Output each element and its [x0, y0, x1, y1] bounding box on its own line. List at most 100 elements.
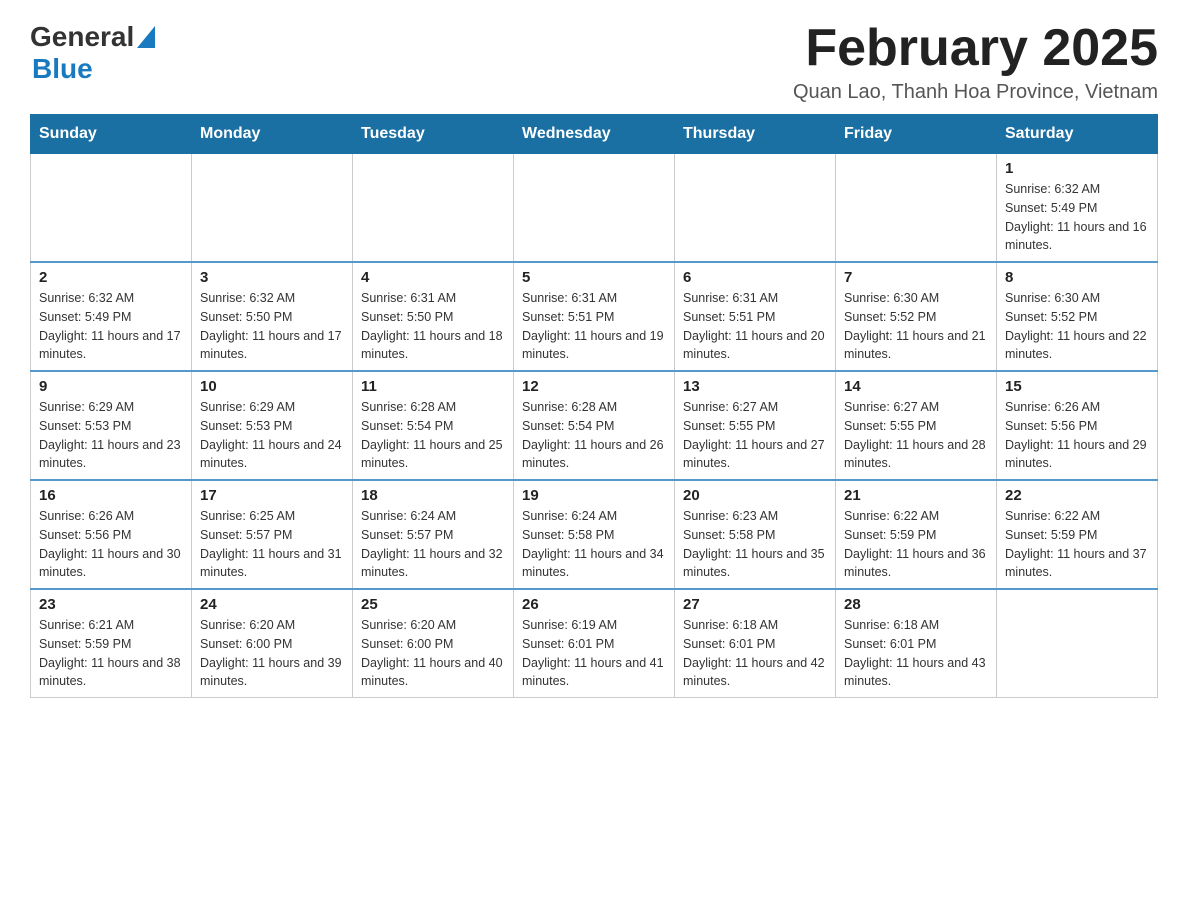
calendar-cell: 5 Sunrise: 6:31 AMSunset: 5:51 PMDaylight…	[514, 262, 675, 371]
calendar-cell	[353, 154, 514, 263]
header-sunday: Sunday	[31, 115, 192, 154]
day-info: Sunrise: 6:18 AMSunset: 6:01 PMDaylight:…	[683, 616, 827, 691]
calendar-cell	[31, 154, 192, 263]
day-number: 3	[200, 269, 344, 286]
day-info: Sunrise: 6:31 AMSunset: 5:51 PMDaylight:…	[683, 289, 827, 364]
day-info: Sunrise: 6:30 AMSunset: 5:52 PMDaylight:…	[1005, 289, 1149, 364]
day-info: Sunrise: 6:32 AMSunset: 5:50 PMDaylight:…	[200, 289, 344, 364]
calendar-table: SundayMondayTuesdayWednesdayThursdayFrid…	[30, 114, 1158, 698]
day-number: 10	[200, 378, 344, 395]
calendar-cell: 19 Sunrise: 6:24 AMSunset: 5:58 PMDayligh…	[514, 480, 675, 589]
day-info: Sunrise: 6:26 AMSunset: 5:56 PMDaylight:…	[1005, 398, 1149, 473]
calendar-cell: 27 Sunrise: 6:18 AMSunset: 6:01 PMDayligh…	[675, 589, 836, 698]
calendar-cell: 6Sunrise: 6:31 AMSunset: 5:51 PMDaylight…	[675, 262, 836, 371]
day-info: Sunrise: 6:31 AMSunset: 5:51 PMDaylight:…	[522, 289, 666, 364]
day-info: Sunrise: 6:20 AMSunset: 6:00 PMDaylight:…	[361, 616, 505, 691]
day-number: 28	[844, 596, 988, 613]
location-subtitle: Quan Lao, Thanh Hoa Province, Vietnam	[793, 81, 1158, 104]
day-info: Sunrise: 6:31 AMSunset: 5:50 PMDaylight:…	[361, 289, 505, 364]
day-number: 25	[361, 596, 505, 613]
day-number: 13	[683, 378, 827, 395]
logo-triangle-icon	[137, 26, 155, 53]
day-number: 2	[39, 269, 183, 286]
week-row-4: 16Sunrise: 6:26 AMSunset: 5:56 PMDayligh…	[31, 480, 1158, 589]
day-number: 14	[844, 378, 988, 395]
calendar-cell: 18Sunrise: 6:24 AMSunset: 5:57 PMDayligh…	[353, 480, 514, 589]
day-number: 27	[683, 596, 827, 613]
logo: General Blue	[30, 20, 155, 85]
logo-general-text: General	[30, 21, 134, 53]
day-info: Sunrise: 6:29 AMSunset: 5:53 PMDaylight:…	[39, 398, 183, 473]
calendar-cell: 13 Sunrise: 6:27 AMSunset: 5:55 PMDayligh…	[675, 371, 836, 480]
week-row-1: 1 Sunrise: 6:32 AMSunset: 5:49 PMDaylight…	[31, 154, 1158, 263]
month-year-title: February 2025	[793, 20, 1158, 77]
day-headers-row: SundayMondayTuesdayWednesdayThursdayFrid…	[31, 115, 1158, 154]
calendar-body: 1 Sunrise: 6:32 AMSunset: 5:49 PMDaylight…	[31, 154, 1158, 698]
week-row-5: 23 Sunrise: 6:21 AMSunset: 5:59 PMDayligh…	[31, 589, 1158, 698]
calendar-cell: 4 Sunrise: 6:31 AMSunset: 5:50 PMDaylight…	[353, 262, 514, 371]
day-info: Sunrise: 6:26 AMSunset: 5:56 PMDaylight:…	[39, 507, 183, 582]
calendar-cell: 28 Sunrise: 6:18 AMSunset: 6:01 PMDayligh…	[836, 589, 997, 698]
calendar-cell: 12 Sunrise: 6:28 AMSunset: 5:54 PMDayligh…	[514, 371, 675, 480]
calendar-cell: 20Sunrise: 6:23 AMSunset: 5:58 PMDayligh…	[675, 480, 836, 589]
calendar-cell	[192, 154, 353, 263]
day-info: Sunrise: 6:27 AMSunset: 5:55 PMDaylight:…	[844, 398, 988, 473]
logo-blue-text: Blue	[32, 53, 93, 84]
day-number: 7	[844, 269, 988, 286]
calendar-cell: 16Sunrise: 6:26 AMSunset: 5:56 PMDayligh…	[31, 480, 192, 589]
day-info: Sunrise: 6:28 AMSunset: 5:54 PMDaylight:…	[361, 398, 505, 473]
day-number: 17	[200, 487, 344, 504]
calendar-cell: 1 Sunrise: 6:32 AMSunset: 5:49 PMDaylight…	[997, 154, 1158, 263]
calendar-cell	[675, 154, 836, 263]
day-info: Sunrise: 6:22 AMSunset: 5:59 PMDaylight:…	[1005, 507, 1149, 582]
calendar-cell	[836, 154, 997, 263]
calendar-cell: 14 Sunrise: 6:27 AMSunset: 5:55 PMDayligh…	[836, 371, 997, 480]
day-number: 19	[522, 487, 666, 504]
day-info: Sunrise: 6:32 AMSunset: 5:49 PMDaylight:…	[1005, 180, 1149, 255]
calendar-cell	[997, 589, 1158, 698]
calendar-header: SundayMondayTuesdayWednesdayThursdayFrid…	[31, 115, 1158, 154]
header-thursday: Thursday	[675, 115, 836, 154]
day-info: Sunrise: 6:25 AMSunset: 5:57 PMDaylight:…	[200, 507, 344, 582]
day-info: Sunrise: 6:24 AMSunset: 5:58 PMDaylight:…	[522, 507, 666, 582]
day-info: Sunrise: 6:18 AMSunset: 6:01 PMDaylight:…	[844, 616, 988, 691]
day-info: Sunrise: 6:21 AMSunset: 5:59 PMDaylight:…	[39, 616, 183, 691]
week-row-3: 9 Sunrise: 6:29 AMSunset: 5:53 PMDaylight…	[31, 371, 1158, 480]
day-number: 9	[39, 378, 183, 395]
day-info: Sunrise: 6:22 AMSunset: 5:59 PMDaylight:…	[844, 507, 988, 582]
calendar-cell: 2 Sunrise: 6:32 AMSunset: 5:49 PMDaylight…	[31, 262, 192, 371]
day-number: 21	[844, 487, 988, 504]
calendar-cell: 21 Sunrise: 6:22 AMSunset: 5:59 PMDayligh…	[836, 480, 997, 589]
calendar-cell: 24Sunrise: 6:20 AMSunset: 6:00 PMDayligh…	[192, 589, 353, 698]
calendar-cell: 26 Sunrise: 6:19 AMSunset: 6:01 PMDayligh…	[514, 589, 675, 698]
day-info: Sunrise: 6:32 AMSunset: 5:49 PMDaylight:…	[39, 289, 183, 364]
calendar-cell: 15 Sunrise: 6:26 AMSunset: 5:56 PMDayligh…	[997, 371, 1158, 480]
day-number: 24	[200, 596, 344, 613]
day-number: 4	[361, 269, 505, 286]
day-number: 18	[361, 487, 505, 504]
day-info: Sunrise: 6:27 AMSunset: 5:55 PMDaylight:…	[683, 398, 827, 473]
calendar-cell: 9 Sunrise: 6:29 AMSunset: 5:53 PMDaylight…	[31, 371, 192, 480]
page-header: General Blue February 2025 Quan Lao, Tha…	[30, 20, 1158, 104]
day-number: 26	[522, 596, 666, 613]
day-info: Sunrise: 6:19 AMSunset: 6:01 PMDaylight:…	[522, 616, 666, 691]
day-number: 1	[1005, 160, 1149, 177]
day-number: 22	[1005, 487, 1149, 504]
header-wednesday: Wednesday	[514, 115, 675, 154]
calendar-cell: 10 Sunrise: 6:29 AMSunset: 5:53 PMDayligh…	[192, 371, 353, 480]
day-info: Sunrise: 6:30 AMSunset: 5:52 PMDaylight:…	[844, 289, 988, 364]
calendar-cell: 17 Sunrise: 6:25 AMSunset: 5:57 PMDayligh…	[192, 480, 353, 589]
day-number: 15	[1005, 378, 1149, 395]
day-info: Sunrise: 6:29 AMSunset: 5:53 PMDaylight:…	[200, 398, 344, 473]
day-number: 5	[522, 269, 666, 286]
day-info: Sunrise: 6:23 AMSunset: 5:58 PMDaylight:…	[683, 507, 827, 582]
calendar-cell: 23 Sunrise: 6:21 AMSunset: 5:59 PMDayligh…	[31, 589, 192, 698]
day-info: Sunrise: 6:28 AMSunset: 5:54 PMDaylight:…	[522, 398, 666, 473]
calendar-cell: 25 Sunrise: 6:20 AMSunset: 6:00 PMDayligh…	[353, 589, 514, 698]
calendar-cell: 11 Sunrise: 6:28 AMSunset: 5:54 PMDayligh…	[353, 371, 514, 480]
day-number: 12	[522, 378, 666, 395]
week-row-2: 2 Sunrise: 6:32 AMSunset: 5:49 PMDaylight…	[31, 262, 1158, 371]
day-number: 23	[39, 596, 183, 613]
header-friday: Friday	[836, 115, 997, 154]
day-number: 11	[361, 378, 505, 395]
